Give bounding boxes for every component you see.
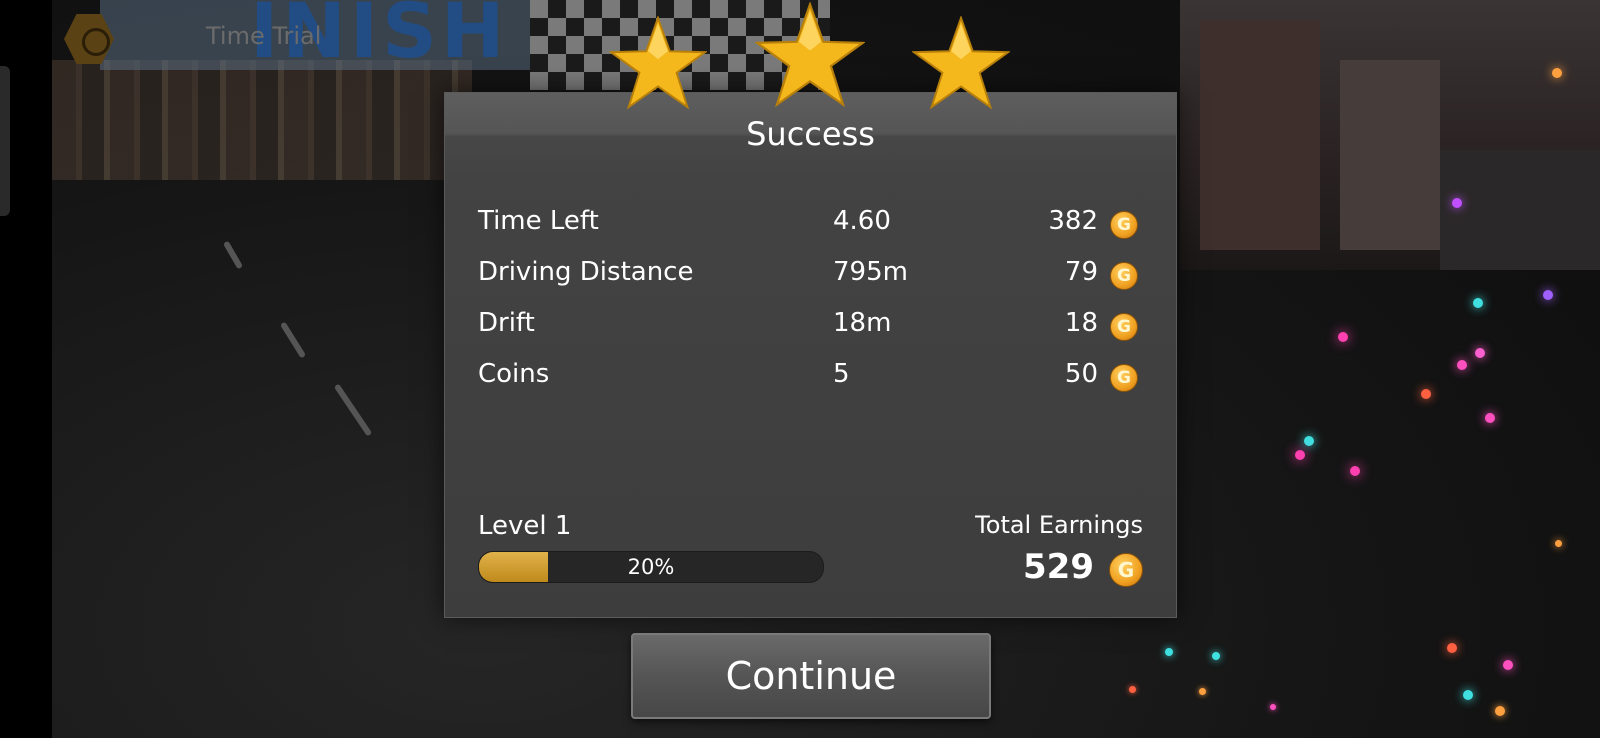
total-earnings-label: Total Earnings [975, 511, 1143, 539]
confetti-particle [1475, 348, 1485, 358]
confetti-particle [1304, 436, 1314, 446]
star-icon [609, 16, 707, 110]
coin-icon: G [1110, 211, 1138, 239]
confetti-particle [1473, 298, 1483, 308]
stat-value: 4.60 [833, 206, 891, 236]
background-buildings-left [52, 60, 472, 180]
stat-reward: 382 [1048, 206, 1098, 236]
stat-value: 5 [833, 359, 850, 389]
stat-label: Time Left [478, 206, 599, 236]
edge-panel-handle[interactable] [0, 66, 10, 216]
game-mode-label: Time Trial [206, 22, 322, 50]
stat-label: Driving Distance [478, 257, 694, 287]
coin-icon: G [1110, 262, 1138, 290]
confetti-particle [1295, 450, 1305, 460]
confetti-particle [1212, 652, 1220, 660]
confetti-particle [1270, 704, 1276, 710]
level-progress-text: 20% [627, 555, 675, 579]
confetti-particle [1463, 690, 1473, 700]
confetti-particle [1165, 648, 1173, 656]
confetti-particle [1199, 688, 1206, 695]
results-title: Success [746, 115, 875, 153]
coin-icon: G [1110, 313, 1138, 341]
star-icon [755, 2, 865, 108]
results-panel: Success Time Left 4.60 382 G Driving Dis… [444, 92, 1177, 618]
confetti-particle [1495, 706, 1505, 716]
star-icon [912, 16, 1010, 110]
stat-row-coins: Coins 5 50 G [478, 359, 1144, 399]
confetti-particle [1421, 389, 1431, 399]
confetti-particle [1457, 360, 1467, 370]
stat-row-drift: Drift 18m 18 G [478, 308, 1144, 348]
confetti-particle [1447, 643, 1457, 653]
coin-icon: G [1110, 364, 1138, 392]
stat-label: Coins [478, 359, 550, 389]
stat-reward: 79 [1064, 257, 1098, 287]
confetti-particle [1452, 198, 1462, 208]
stat-row-driving-distance: Driving Distance 795m 79 G [478, 257, 1144, 297]
total-earnings-value: 529 [1023, 547, 1094, 587]
confetti-particle [1503, 660, 1513, 670]
stat-row-time-left: Time Left 4.60 382 G [478, 206, 1144, 246]
confetti-particle [1485, 413, 1495, 423]
background-buildings-right [1180, 0, 1600, 270]
road-marking [333, 383, 373, 437]
coin-icon: G [1109, 553, 1143, 587]
stat-value: 18m [833, 308, 892, 338]
road-marking [222, 240, 244, 270]
confetti-particle [1350, 466, 1360, 476]
confetti-particle [1543, 290, 1553, 300]
confetti-particle [1555, 540, 1562, 547]
confetti-particle [1338, 332, 1348, 342]
road-marking [279, 321, 307, 359]
confetti-particle [1129, 686, 1136, 693]
stat-reward: 50 [1064, 359, 1098, 389]
confetti-particle [1552, 68, 1562, 78]
level-progress-bar: 20% [478, 551, 824, 583]
stat-label: Drift [478, 308, 535, 338]
level-label: Level 1 [478, 511, 572, 541]
continue-button[interactable]: Continue [631, 633, 991, 719]
stat-value: 795m [833, 257, 908, 287]
stat-reward: 18 [1064, 308, 1098, 338]
